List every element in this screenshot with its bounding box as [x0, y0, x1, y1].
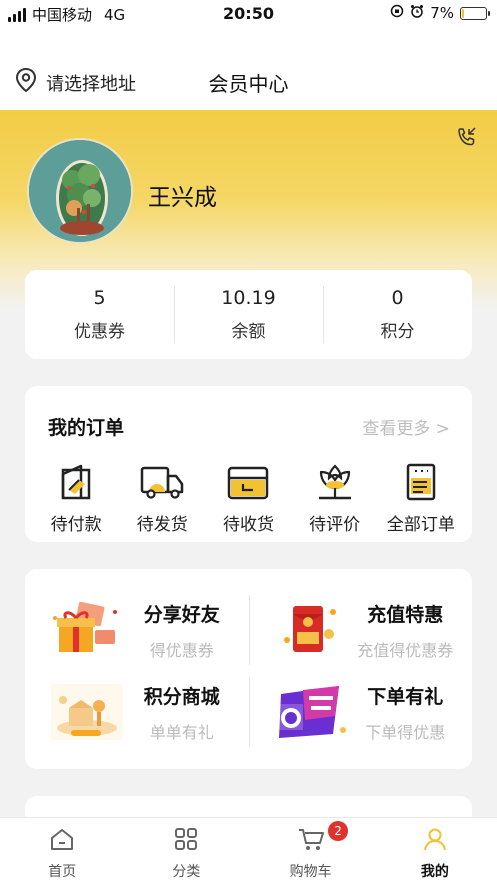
order-all[interactable]: 全部订单 [381, 462, 461, 535]
grid-icon [173, 826, 199, 856]
battery-percent: 7% [430, 4, 454, 22]
promo-order-gift[interactable]: 下单有礼 下单得优惠 [248, 671, 473, 753]
promo-title: 充值特惠 [367, 603, 444, 626]
header: 请选择地址 会员中心 [0, 30, 497, 110]
promo-share-friends[interactable]: 分享好友 得优惠券 [25, 589, 249, 671]
tab-label: 分类 [172, 864, 201, 880]
order-label: 待收货 [222, 515, 274, 535]
stat-coupons[interactable]: 5 优惠券 [25, 270, 174, 359]
wallet-icon [55, 462, 97, 502]
tab-label: 首页 [48, 864, 77, 880]
stat-balance[interactable]: 10.19 余额 [174, 270, 323, 359]
lock-rotation-icon [390, 4, 404, 22]
truck-icon [139, 462, 185, 502]
order-to-review[interactable]: 待评价 [295, 462, 375, 535]
promo-recharge[interactable]: 充值特惠 充值得优惠券 [248, 589, 473, 671]
tab-label: 购物车 [289, 864, 332, 880]
order-label: 全部订单 [386, 515, 455, 535]
stat-points[interactable]: 0 积分 [323, 270, 472, 359]
status-bar: 中国移动 4G 20:50 7% [0, 0, 497, 30]
tab-label: 我的 [420, 864, 449, 880]
stat-value: 5 [93, 287, 106, 309]
battery-icon [460, 6, 490, 20]
page-title: 会员中心 [208, 72, 289, 96]
tab-cart[interactable]: 2 购物车 [249, 818, 373, 883]
order-to-receive[interactable]: 待收货 [208, 462, 288, 535]
points-mall-icon [49, 680, 125, 744]
promo-points-mall[interactable]: 积分商城 单单有礼 [25, 671, 249, 753]
phone-call-icon[interactable] [455, 126, 479, 154]
tab-home[interactable]: 首页 [0, 818, 124, 883]
avatar[interactable] [27, 138, 133, 244]
home-icon [49, 826, 75, 856]
user-name: 王兴成 [148, 185, 217, 211]
stat-value: 0 [391, 287, 404, 309]
stat-value: 10.19 [221, 287, 276, 309]
promo-title: 下单有礼 [367, 685, 444, 708]
coupon-banner-icon [273, 680, 349, 744]
stat-label: 优惠券 [74, 322, 125, 342]
tab-category[interactable]: 分类 [124, 818, 248, 883]
gift-box-icon [49, 598, 125, 662]
promo-title: 分享好友 [143, 603, 220, 626]
box-icon [225, 462, 271, 502]
promo-subtitle: 单单有礼 [149, 722, 214, 742]
stat-label: 余额 [231, 322, 266, 342]
flower-icon [313, 462, 357, 502]
orders-title: 我的订单 [48, 417, 125, 439]
order-pending-payment[interactable]: 待付款 [36, 462, 116, 535]
account-stats-card: 5 优惠券 10.19 余额 0 积分 [25, 270, 472, 359]
promo-subtitle: 得优惠券 [149, 640, 214, 660]
promo-subtitle: 下单得优惠 [365, 722, 446, 742]
order-to-ship[interactable]: 待发货 [122, 462, 202, 535]
stat-label: 积分 [380, 322, 415, 342]
alarm-icon [410, 4, 424, 22]
orders-card: 我的订单 查看更多 > 待付款 待发货 待收货 待评价 全部订单 [25, 386, 472, 542]
tab-me[interactable]: 我的 [373, 818, 497, 883]
order-label: 待发货 [136, 515, 188, 535]
order-label: 待付款 [50, 515, 102, 535]
promotions-card: 分享好友 得优惠券 充值特惠 充值得优惠券 积分商城 单单有礼 下单有礼 下单得… [25, 569, 472, 769]
order-label: 待评价 [309, 515, 361, 535]
tab-bar: 首页 分类 2 购物车 我的 [0, 817, 497, 883]
orders-more-link[interactable]: 查看更多 > [362, 414, 450, 439]
promo-title: 积分商城 [143, 685, 220, 708]
cart-badge: 2 [328, 821, 349, 841]
cart-icon [297, 826, 325, 856]
list-icon [401, 462, 441, 502]
red-envelope-icon [273, 598, 349, 662]
promo-subtitle: 充值得优惠券 [357, 640, 454, 660]
user-icon [422, 826, 448, 856]
